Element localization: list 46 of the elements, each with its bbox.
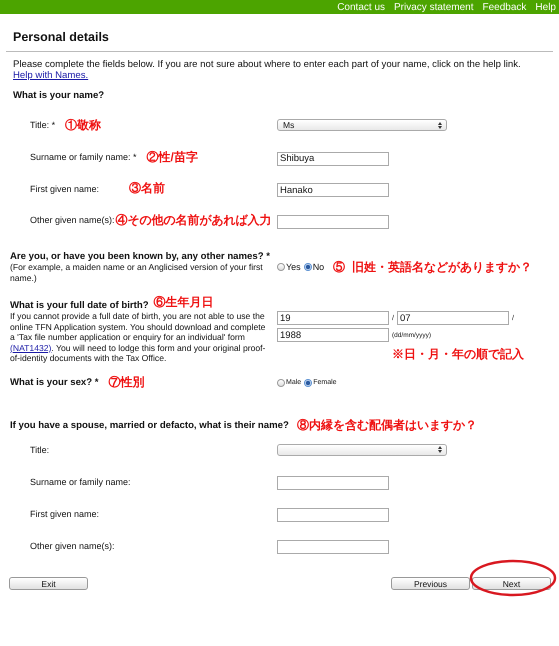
text-field[interactable]: Hanako bbox=[277, 183, 389, 197]
annotation-note: ⑧内縁を含む配偶者はいますか？ bbox=[296, 416, 477, 434]
field-label: Other given name(s): bbox=[30, 540, 115, 550]
field-label: Surname or family name: bbox=[30, 476, 131, 486]
field-label: Other given name(s): bbox=[30, 215, 115, 225]
annotation-note: ①敬称 bbox=[65, 116, 102, 134]
title-select[interactable] bbox=[277, 444, 447, 456]
radio-button[interactable]: Yes bbox=[277, 262, 301, 272]
updown-arrows-icon bbox=[438, 446, 442, 453]
field-label: Title: bbox=[30, 444, 50, 454]
field-label: First given name: bbox=[30, 508, 100, 518]
previous-button[interactable]: Previous bbox=[391, 577, 470, 590]
title-select[interactable]: Ms bbox=[277, 119, 447, 131]
annotation-note: ③名前 bbox=[129, 180, 166, 197]
radio-button[interactable]: No bbox=[304, 262, 324, 272]
question-text: What is your sex? * bbox=[10, 377, 98, 388]
updown-arrows-icon bbox=[438, 122, 442, 128]
text-field[interactable] bbox=[277, 476, 389, 490]
day-field[interactable]: 19 bbox=[277, 311, 389, 325]
annotation-note: ⑦性別 bbox=[108, 374, 144, 391]
annotation-note: ⑤ 旧姓・英語名などがありますか？ bbox=[333, 258, 532, 276]
help-link[interactable]: Help with Names. bbox=[13, 70, 88, 81]
field-label: Surname or family name: * bbox=[30, 152, 137, 162]
form-link[interactable]: (NAT1432) bbox=[10, 342, 52, 352]
next-button[interactable]: Next bbox=[472, 577, 551, 590]
month-field[interactable]: 07 bbox=[396, 311, 509, 325]
text-field[interactable]: Shibuya bbox=[277, 152, 389, 166]
question-text: What is your full date of birth? bbox=[10, 300, 149, 311]
intro-text: Please complete the fields below. If you are not sure about where to enter each part of your name, click on the help link. Help with Names. bbox=[13, 59, 522, 81]
field-label: First given name: bbox=[30, 184, 100, 194]
annotation-note: ⑥生年月日 bbox=[154, 294, 214, 311]
section-heading: If you have a spouse, married or defacto, what is their name? bbox=[10, 420, 289, 430]
section-heading: What is your name? bbox=[13, 90, 106, 101]
text-field[interactable] bbox=[277, 540, 389, 554]
annotation-note: ②性/苗字 bbox=[146, 148, 198, 166]
annotation-note: ④その他の名前があれば入力 bbox=[116, 212, 272, 228]
annotation-note: ※日・月・年の順で記入 bbox=[392, 346, 525, 363]
text-field[interactable] bbox=[277, 214, 389, 228]
field-label: Title: * bbox=[30, 120, 56, 130]
hint-text: (For example, a maiden name or an Anglicised version of your first name.) bbox=[10, 262, 264, 283]
page-title: Personal details bbox=[13, 30, 110, 44]
question-text: Are you, or have you been known by, any other names? * bbox=[10, 251, 271, 262]
birth-help-text: If you cannot provide a full date of birth, you are not able to use the online TFN Application system. You should download and complete a 'Tax file number application or enquiry for an individual' form (NAT1432). You will need to lodge this form and your original proof-of-identity documents with the Tax Office. bbox=[10, 311, 266, 364]
exit-button[interactable]: Exit bbox=[9, 577, 88, 590]
year-field[interactable]: 1988 bbox=[277, 328, 389, 342]
text-field[interactable] bbox=[277, 508, 389, 522]
